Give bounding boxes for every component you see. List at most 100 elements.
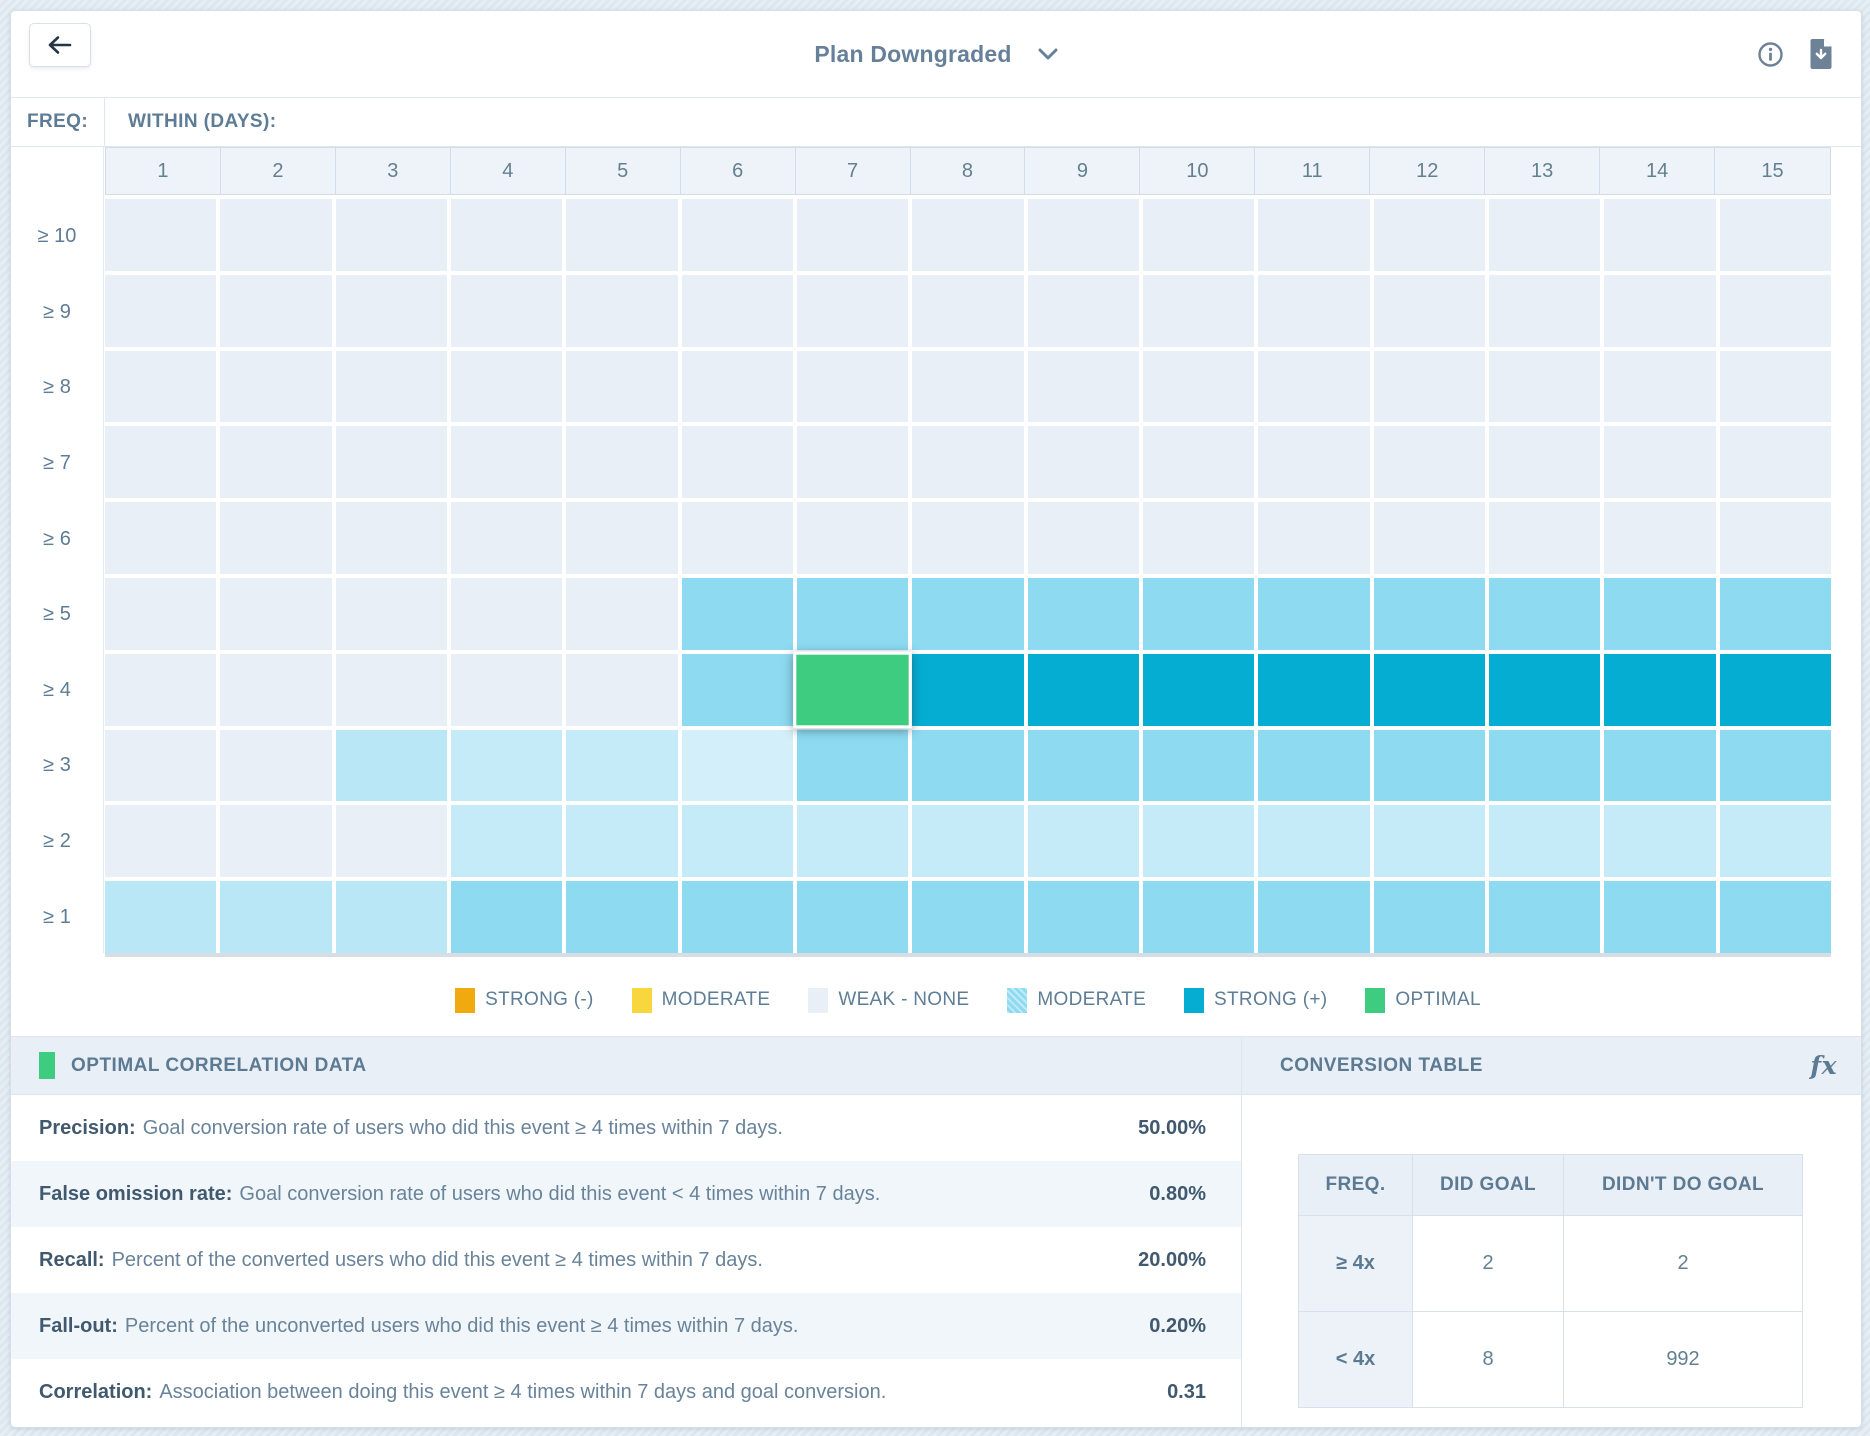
heatmap-cell[interactable] bbox=[797, 275, 908, 347]
heatmap-cell[interactable] bbox=[105, 654, 216, 726]
heatmap-cell[interactable] bbox=[451, 502, 562, 574]
heatmap-cell[interactable] bbox=[797, 578, 908, 650]
heatmap-cell[interactable] bbox=[1374, 199, 1485, 271]
heatmap-cell[interactable] bbox=[1143, 805, 1254, 877]
heatmap-cell[interactable] bbox=[1374, 351, 1485, 423]
heatmap-cell[interactable] bbox=[105, 275, 216, 347]
heatmap-cell[interactable] bbox=[1489, 881, 1600, 953]
info-icon[interactable] bbox=[1758, 42, 1783, 67]
heatmap-cell[interactable] bbox=[336, 502, 447, 574]
heatmap-cell[interactable] bbox=[1489, 426, 1600, 498]
heatmap-cell[interactable] bbox=[336, 578, 447, 650]
heatmap-cell[interactable] bbox=[1028, 275, 1139, 347]
heatmap-cell[interactable] bbox=[1258, 881, 1369, 953]
heatmap-cell[interactable] bbox=[336, 426, 447, 498]
heatmap-cell[interactable] bbox=[1143, 578, 1254, 650]
heatmap-cell[interactable] bbox=[220, 426, 331, 498]
heatmap-cell[interactable] bbox=[912, 275, 1023, 347]
optimal-heatmap-cell[interactable] bbox=[793, 651, 912, 728]
heatmap-cell[interactable] bbox=[797, 199, 908, 271]
heatmap-cell[interactable] bbox=[1604, 578, 1715, 650]
heatmap-cell[interactable] bbox=[797, 805, 908, 877]
heatmap-cell[interactable] bbox=[451, 351, 562, 423]
heatmap-cell[interactable] bbox=[220, 578, 331, 650]
heatmap-cell[interactable] bbox=[1604, 805, 1715, 877]
heatmap-cell[interactable] bbox=[797, 881, 908, 953]
heatmap-cell[interactable] bbox=[1258, 502, 1369, 574]
heatmap-cell[interactable] bbox=[1604, 881, 1715, 953]
heatmap-cell[interactable] bbox=[912, 502, 1023, 574]
heatmap-cell[interactable] bbox=[566, 275, 677, 347]
heatmap-cell[interactable] bbox=[566, 426, 677, 498]
download-icon[interactable] bbox=[1809, 39, 1833, 69]
heatmap-cell[interactable] bbox=[1028, 351, 1139, 423]
heatmap-cell[interactable] bbox=[682, 578, 793, 650]
heatmap-cell[interactable] bbox=[1489, 502, 1600, 574]
heatmap-cell[interactable] bbox=[1489, 654, 1600, 726]
heatmap-cell[interactable] bbox=[912, 654, 1023, 726]
heatmap-cell[interactable] bbox=[1604, 426, 1715, 498]
heatmap-cell[interactable] bbox=[1143, 275, 1254, 347]
heatmap-cell[interactable] bbox=[1720, 881, 1831, 953]
heatmap-cell[interactable] bbox=[1720, 578, 1831, 650]
heatmap-cell[interactable] bbox=[1258, 730, 1369, 802]
heatmap-cell[interactable] bbox=[1720, 426, 1831, 498]
heatmap-cell[interactable] bbox=[1604, 502, 1715, 574]
heatmap-cell[interactable] bbox=[105, 351, 216, 423]
heatmap-cell[interactable] bbox=[1028, 805, 1139, 877]
heatmap-cell[interactable] bbox=[1143, 730, 1254, 802]
heatmap-cell[interactable] bbox=[1489, 578, 1600, 650]
heatmap-cell[interactable] bbox=[1028, 502, 1139, 574]
heatmap-cell[interactable] bbox=[1258, 275, 1369, 347]
heatmap-cell[interactable] bbox=[336, 730, 447, 802]
heatmap-cell[interactable] bbox=[797, 426, 908, 498]
heatmap-cell[interactable] bbox=[682, 730, 793, 802]
heatmap-cell[interactable] bbox=[1028, 730, 1139, 802]
heatmap-cell[interactable] bbox=[1258, 351, 1369, 423]
heatmap-cell[interactable] bbox=[1604, 275, 1715, 347]
heatmap-cell[interactable] bbox=[1604, 199, 1715, 271]
heatmap-cell[interactable] bbox=[1028, 578, 1139, 650]
heatmap-cell[interactable] bbox=[1720, 199, 1831, 271]
heatmap-cell[interactable] bbox=[1720, 275, 1831, 347]
heatmap-cell[interactable] bbox=[1258, 805, 1369, 877]
heatmap-cell[interactable] bbox=[336, 881, 447, 953]
formula-icon[interactable]: fx bbox=[1810, 1051, 1837, 1080]
heatmap-cell[interactable] bbox=[1374, 881, 1485, 953]
heatmap-cell[interactable] bbox=[1028, 426, 1139, 498]
heatmap-cell[interactable] bbox=[1720, 654, 1831, 726]
heatmap-cell[interactable] bbox=[336, 805, 447, 877]
heatmap-cell[interactable] bbox=[912, 199, 1023, 271]
heatmap-cell[interactable] bbox=[1604, 351, 1715, 423]
heatmap-cell[interactable] bbox=[451, 275, 562, 347]
heatmap-cell[interactable] bbox=[682, 275, 793, 347]
heatmap-cell[interactable] bbox=[220, 275, 331, 347]
heatmap-cell[interactable] bbox=[566, 654, 677, 726]
heatmap-cell[interactable] bbox=[1258, 578, 1369, 650]
heatmap-cell[interactable] bbox=[451, 426, 562, 498]
heatmap-cell[interactable] bbox=[682, 351, 793, 423]
heatmap-cell[interactable] bbox=[1143, 881, 1254, 953]
heatmap-cell[interactable] bbox=[336, 275, 447, 347]
heatmap-cell[interactable] bbox=[1489, 275, 1600, 347]
heatmap-cell[interactable] bbox=[105, 805, 216, 877]
heatmap-cell[interactable] bbox=[1720, 805, 1831, 877]
heatmap-cell[interactable] bbox=[1143, 426, 1254, 498]
heatmap-cell[interactable] bbox=[451, 881, 562, 953]
heatmap-cell[interactable] bbox=[1604, 654, 1715, 726]
heatmap-cell[interactable] bbox=[1489, 351, 1600, 423]
heatmap-cell[interactable] bbox=[451, 578, 562, 650]
heatmap-cell[interactable] bbox=[1604, 730, 1715, 802]
heatmap-cell[interactable] bbox=[682, 805, 793, 877]
heatmap-cell[interactable] bbox=[105, 502, 216, 574]
heatmap-cell[interactable] bbox=[1143, 502, 1254, 574]
heatmap-cell[interactable] bbox=[105, 426, 216, 498]
heatmap-cell[interactable] bbox=[336, 351, 447, 423]
heatmap-cell[interactable] bbox=[682, 881, 793, 953]
heatmap-cell[interactable] bbox=[1258, 199, 1369, 271]
heatmap-cell[interactable] bbox=[1720, 730, 1831, 802]
event-selector[interactable]: Plan Downgraded bbox=[11, 11, 1861, 97]
heatmap-cell[interactable] bbox=[912, 881, 1023, 953]
heatmap-cell[interactable] bbox=[1028, 881, 1139, 953]
heatmap-cell[interactable] bbox=[1374, 805, 1485, 877]
